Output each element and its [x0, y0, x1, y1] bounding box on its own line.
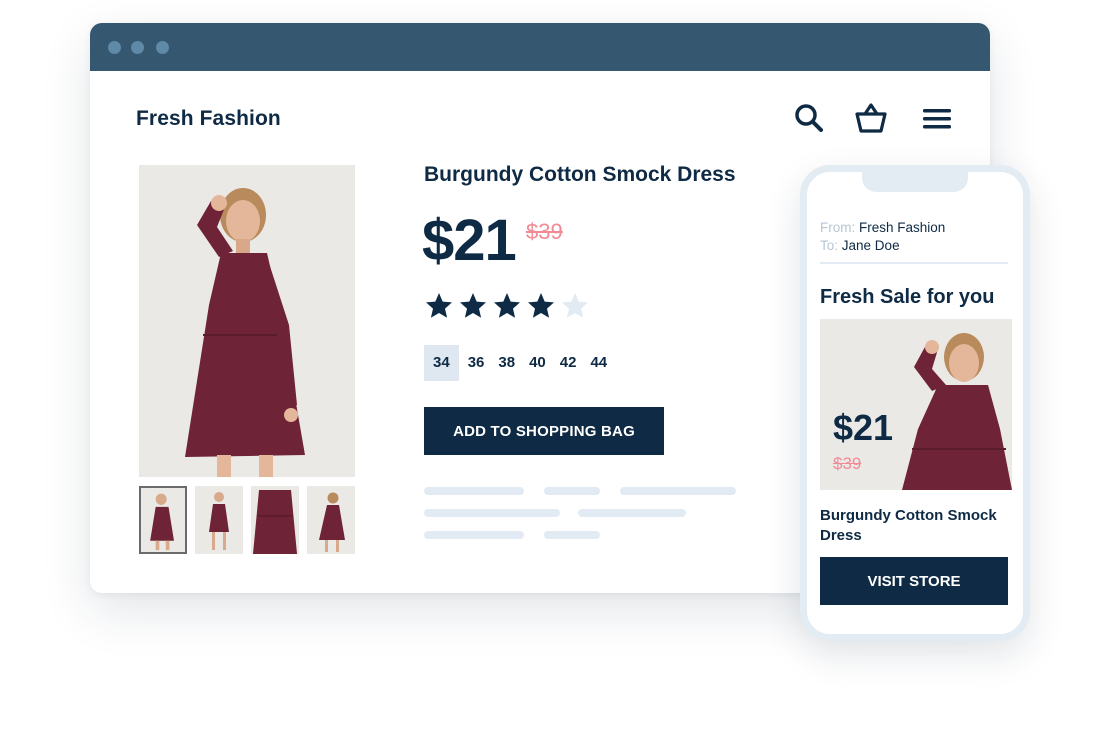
star-empty-icon	[560, 291, 590, 321]
star-filled-icon	[492, 291, 522, 321]
visit-store-button[interactable]: VISIT STORE	[820, 557, 1008, 605]
product-old-price: $39	[526, 219, 563, 244]
text-placeholder-line	[424, 487, 524, 495]
rating-stars	[424, 291, 590, 321]
star-filled-icon	[458, 291, 488, 321]
email-product-image[interactable]: $21 $39	[820, 319, 1012, 490]
product-main-image[interactable]	[139, 165, 355, 477]
thumbnail-1[interactable]	[139, 486, 187, 554]
browser-titlebar	[90, 23, 990, 71]
email-from-line: From: Fresh Fashion	[820, 220, 945, 235]
thumbnail-4[interactable]	[307, 486, 355, 554]
thumbnail-strip	[139, 486, 355, 554]
size-option-36[interactable]: 36	[461, 345, 492, 381]
text-placeholder-line	[620, 487, 736, 495]
star-filled-icon	[424, 291, 454, 321]
phone-notch	[862, 172, 968, 192]
email-divider	[820, 262, 1008, 264]
size-option-42[interactable]: 42	[553, 345, 584, 381]
text-placeholder-line	[544, 487, 600, 495]
thumbnail-3[interactable]	[251, 486, 299, 554]
store-logo[interactable]: Fresh Fashion	[136, 107, 281, 131]
product-title: Burgundy Cotton Smock Dress	[424, 163, 736, 186]
basket-icon[interactable]	[854, 101, 888, 135]
add-to-bag-button[interactable]: ADD TO SHOPPING BAG	[424, 407, 664, 455]
thumbnail-2[interactable]	[195, 486, 243, 554]
size-selector: 34 36 38 40 42 44	[424, 345, 614, 381]
email-to-label: To:	[820, 238, 839, 253]
email-from-label: From:	[820, 220, 856, 235]
text-placeholder-line	[578, 509, 686, 517]
text-placeholder-line	[544, 531, 600, 539]
window-dot-maximize[interactable]	[156, 41, 169, 54]
product-price: $21	[422, 208, 517, 273]
star-filled-icon	[526, 291, 556, 321]
email-to-line: To: Jane Doe	[820, 238, 900, 253]
email-product-title: Burgundy Cotton Smock Dress	[820, 507, 997, 544]
email-from-value: Fresh Fashion	[859, 220, 946, 235]
size-option-40[interactable]: 40	[522, 345, 553, 381]
hamburger-menu-icon[interactable]	[920, 101, 954, 135]
text-placeholder-line	[424, 509, 560, 517]
window-dot-close[interactable]	[108, 41, 121, 54]
size-option-38[interactable]: 38	[491, 345, 522, 381]
email-to-value: Jane Doe	[841, 238, 900, 253]
phone-email-preview: From: Fresh Fashion To: Jane Doe Fresh S…	[800, 165, 1030, 641]
email-heading: Fresh Sale for you	[820, 286, 995, 308]
size-option-34[interactable]: 34	[424, 345, 459, 381]
email-old-price: $39	[833, 454, 862, 473]
search-icon[interactable]	[792, 101, 826, 135]
window-dot-minimize[interactable]	[131, 41, 144, 54]
email-price: $21	[833, 407, 894, 448]
text-placeholder-line	[424, 531, 524, 539]
size-option-44[interactable]: 44	[583, 345, 614, 381]
